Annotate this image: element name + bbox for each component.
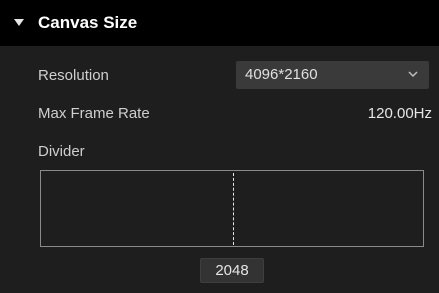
- max-frame-rate-label: Max Frame Rate: [38, 105, 150, 122]
- chevron-down-icon: [408, 71, 418, 78]
- section-header[interactable]: Canvas Size: [0, 0, 439, 46]
- collapse-caret-icon[interactable]: [14, 19, 24, 26]
- divider-position-input[interactable]: 2048: [200, 258, 264, 283]
- max-frame-rate-value: 120.00Hz: [367, 105, 432, 122]
- divider-line-handle[interactable]: [233, 173, 234, 245]
- resolution-selected-value: 4096*2160: [245, 66, 318, 83]
- canvas-size-panel: Canvas Size Resolution 4096*2160 Max Fra…: [0, 0, 439, 293]
- resolution-select[interactable]: 4096*2160: [236, 61, 429, 89]
- section-title: Canvas Size: [38, 13, 138, 32]
- divider-label: Divider: [38, 143, 85, 160]
- divider-preview-area[interactable]: [40, 170, 424, 247]
- resolution-label: Resolution: [38, 67, 109, 84]
